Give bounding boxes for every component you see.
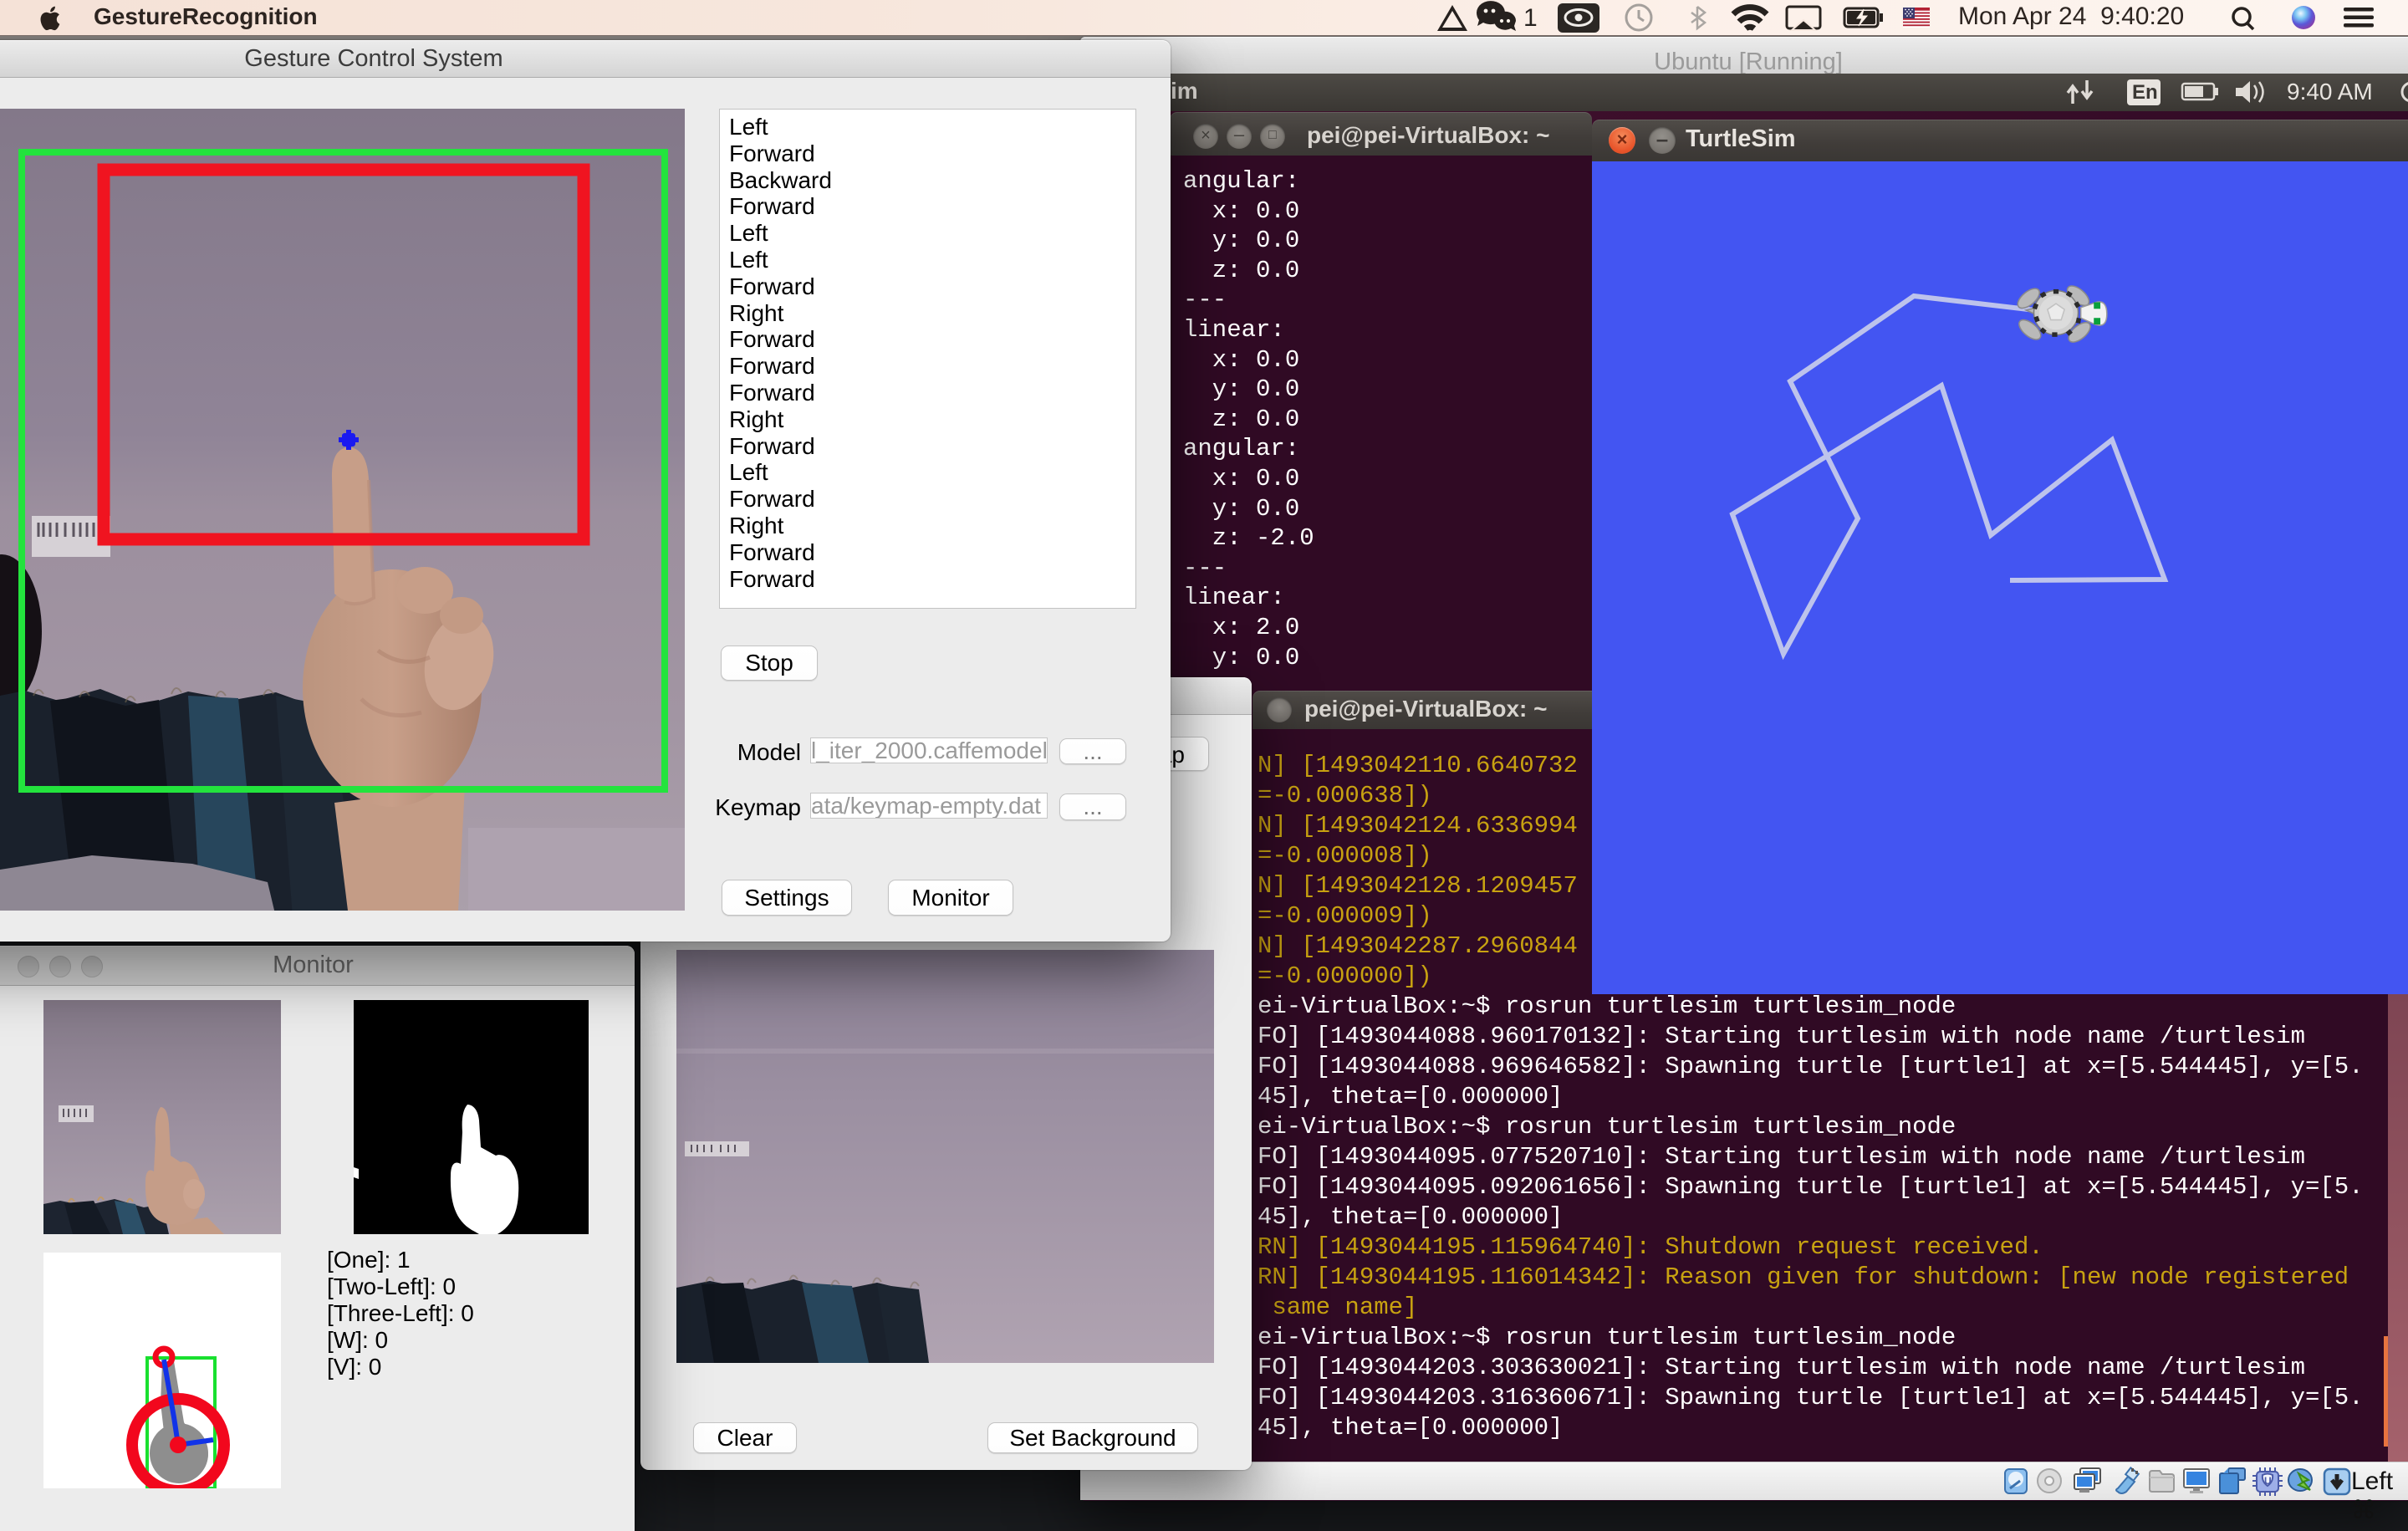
svg-text:1: 1: [1523, 4, 1538, 32]
svg-text:9:40 AM: 9:40 AM: [2287, 79, 2373, 105]
svg-text:U: U: [2264, 1475, 2272, 1487]
svg-text:En: En: [2132, 81, 2158, 104]
